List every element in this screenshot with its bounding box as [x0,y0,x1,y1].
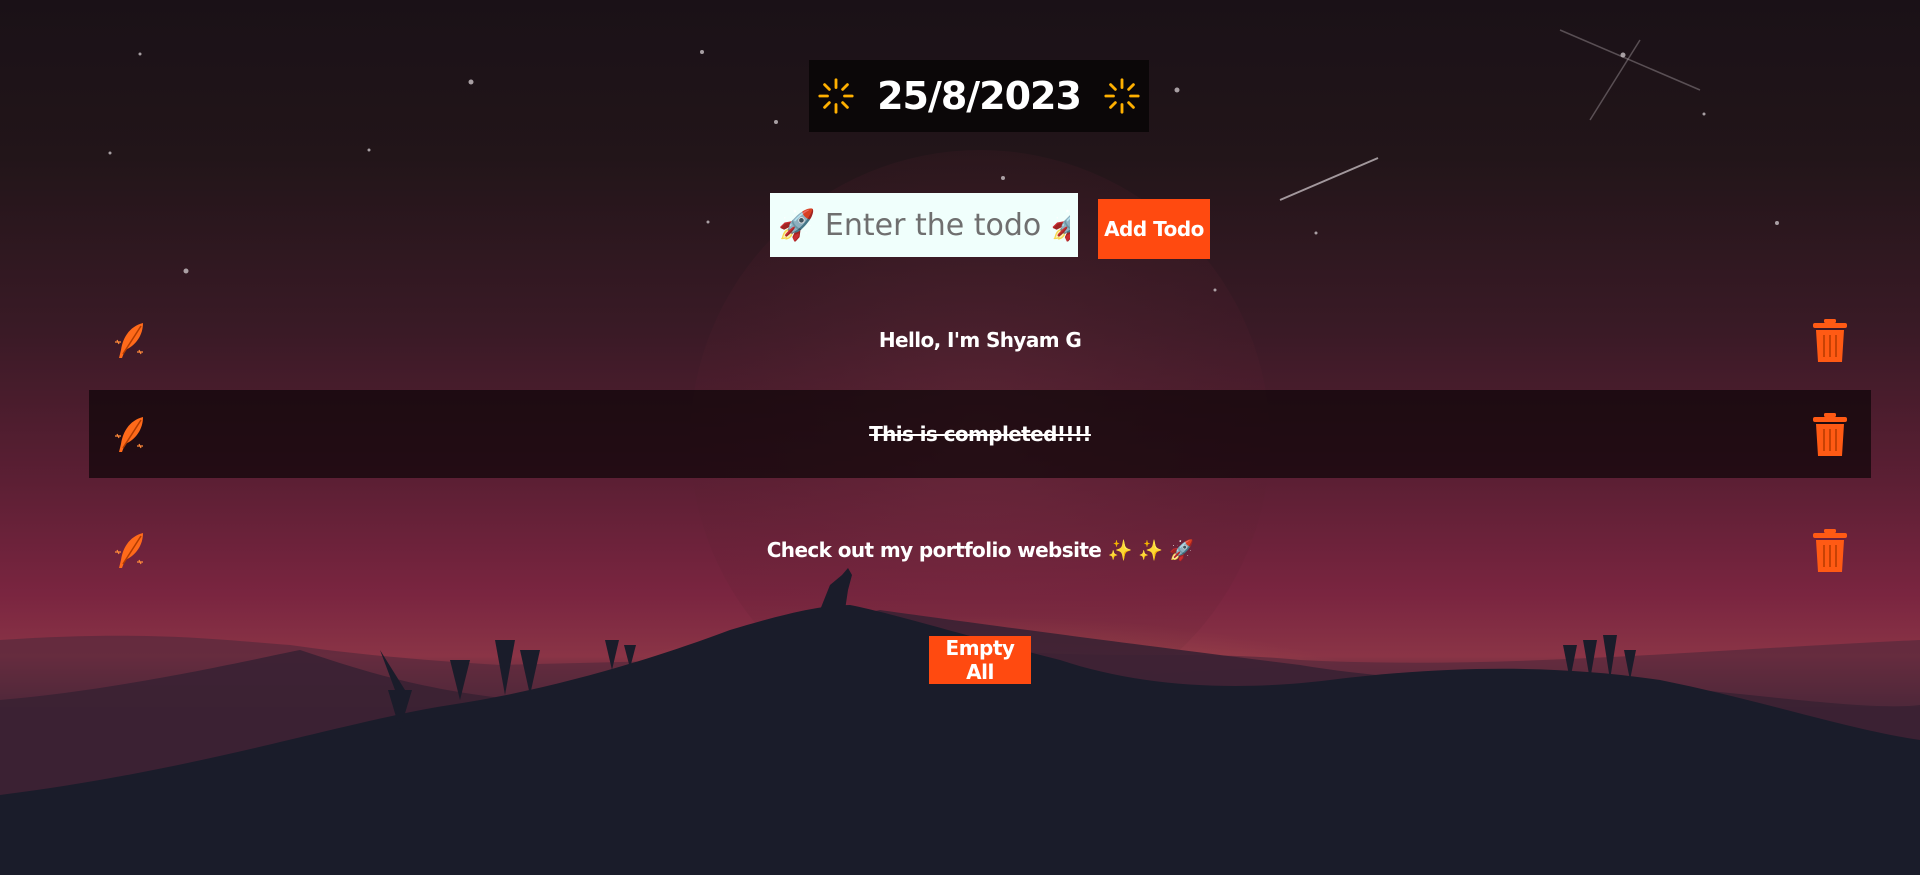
todo-item: Check out my portfolio website ✨ ✨ 🚀 [89,506,1871,594]
trash-icon[interactable] [1811,318,1849,364]
todo-input-container [770,193,1078,257]
add-todo-button[interactable]: Add Todo [1098,199,1210,259]
todo-item: Hello, I'm Shyam G [89,296,1871,384]
sparkle-icon [818,78,854,114]
feather-icon[interactable] [113,530,149,572]
trash-icon[interactable] [1811,528,1849,574]
sparkle-icon [1104,78,1140,114]
feather-icon[interactable] [113,320,149,362]
current-date: 25/8/2023 [877,74,1082,118]
todo-app: 25/8/2023 Add Todo Hello, I'm Shyam G [0,0,1920,875]
todo-item-completed: This is completed!!!! [89,390,1871,478]
empty-all-button[interactable]: Empty All [929,636,1031,684]
todo-text: Check out my portfolio website ✨ ✨ 🚀 [766,538,1194,562]
feather-icon[interactable] [113,414,149,456]
todo-text: This is completed!!!! [869,422,1091,446]
todo-input[interactable] [770,193,1078,257]
trash-icon[interactable] [1811,412,1849,458]
date-header: 25/8/2023 [809,60,1149,132]
todo-text: Hello, I'm Shyam G [878,328,1082,352]
